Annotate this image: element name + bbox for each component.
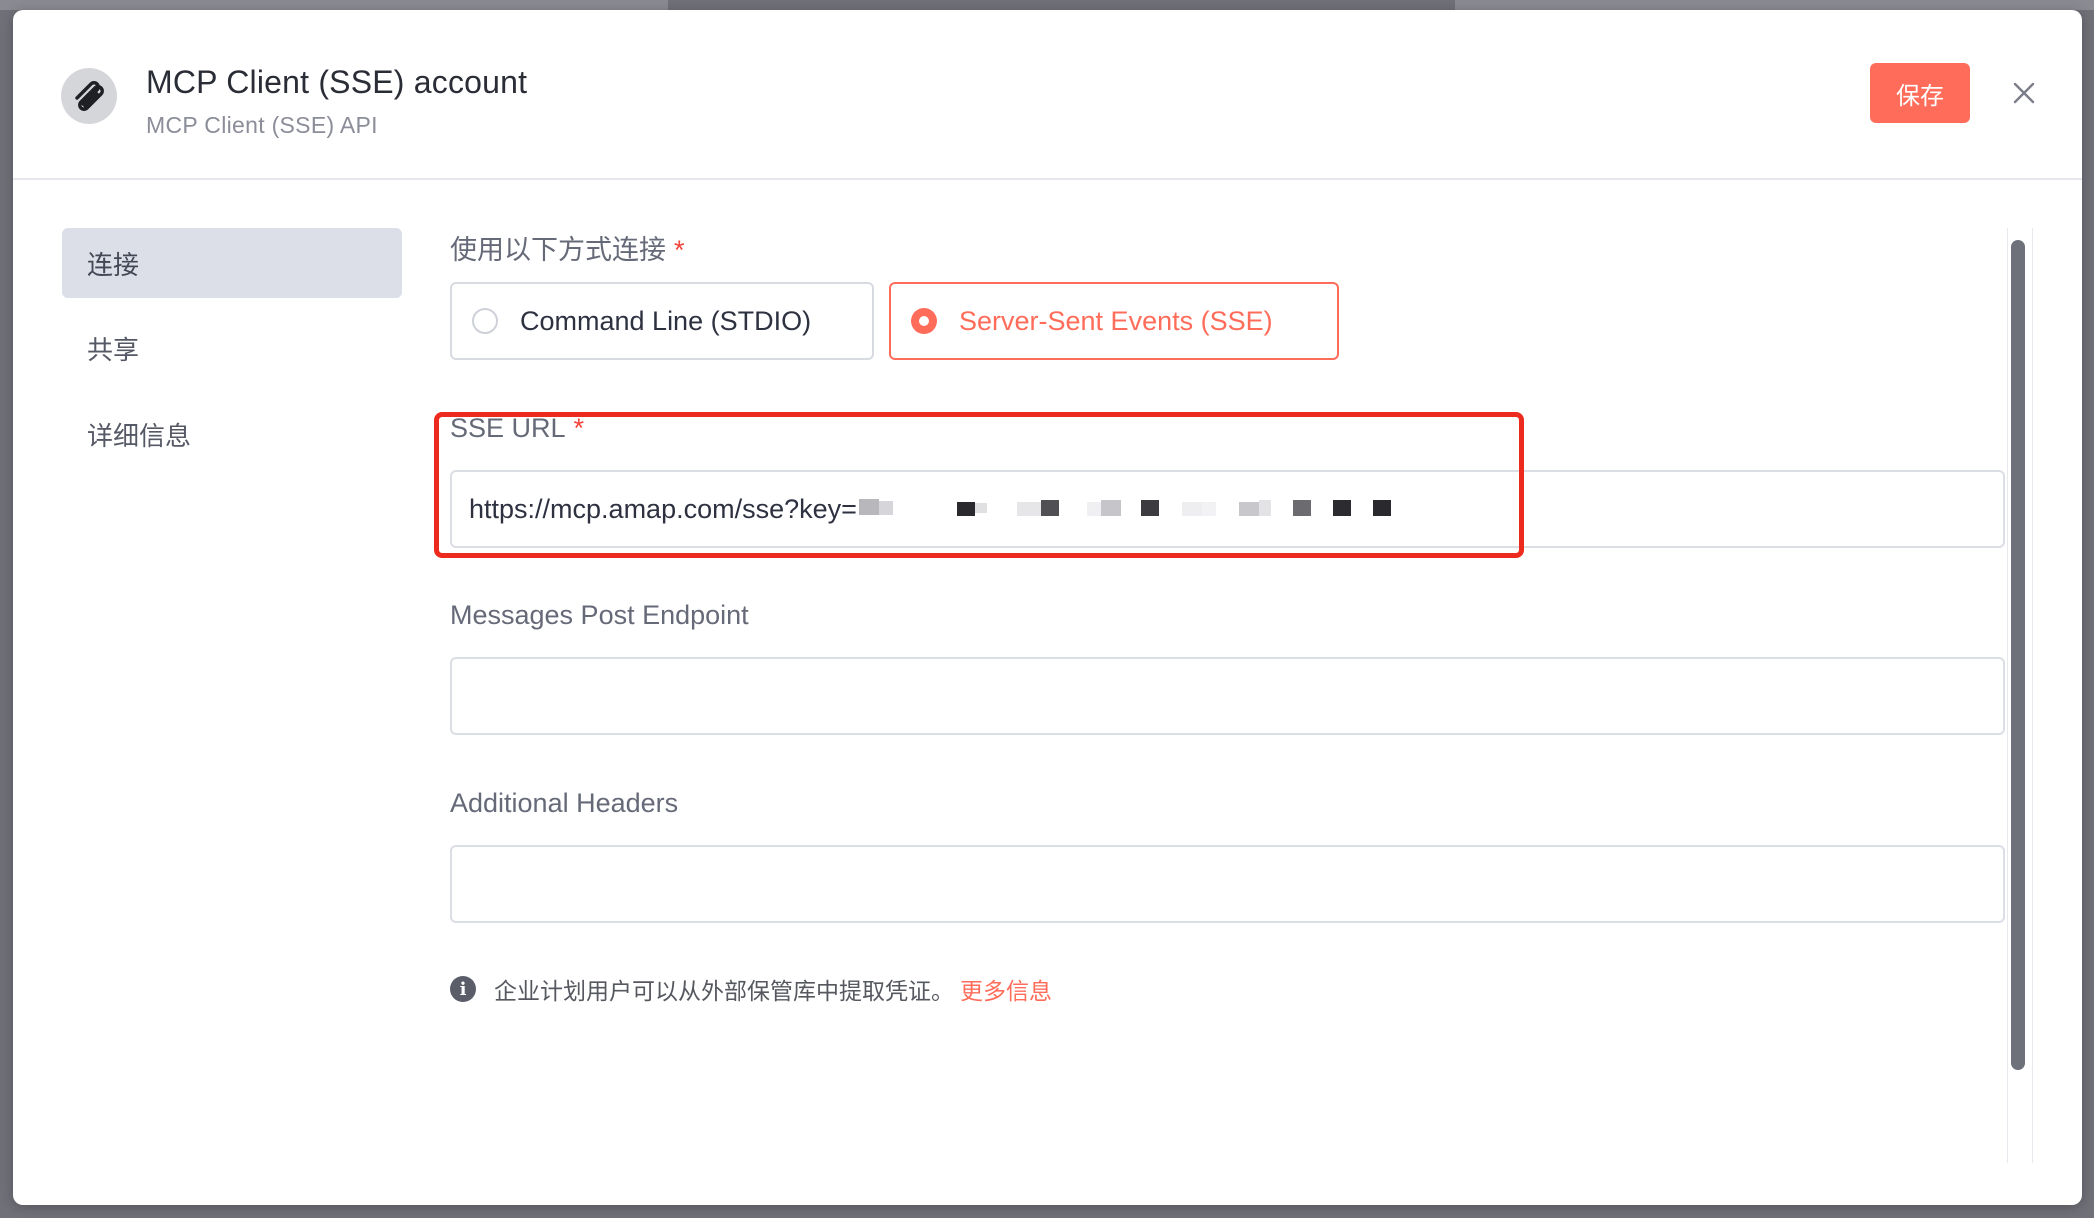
messages-endpoint-input[interactable] bbox=[450, 657, 2005, 735]
vault-info: i 企业计划用户可以从外部保管库中提取凭证。 更多信息 bbox=[450, 972, 1052, 1006]
messages-endpoint-label: Messages Post Endpoint bbox=[450, 600, 749, 630]
credential-modal: MCP Client (SSE) account MCP Client (SSE… bbox=[13, 10, 2082, 1205]
sidebar-item-details[interactable]: 详细信息 bbox=[62, 399, 402, 469]
mcp-logo-icon bbox=[61, 68, 117, 124]
sidebar-item-label: 详细信息 bbox=[87, 420, 192, 451]
option-sse[interactable]: Server-Sent Events (SSE) bbox=[889, 282, 1339, 360]
modal-header: MCP Client (SSE) account MCP Client (SSE… bbox=[13, 10, 2082, 180]
radio-checked-icon[interactable] bbox=[911, 308, 937, 334]
connect-method-label: 使用以下方式连接 * bbox=[450, 228, 685, 267]
scrollbar-thumb[interactable] bbox=[2011, 240, 2025, 1070]
save-button[interactable]: 保存 bbox=[1870, 63, 1970, 123]
redacted-key bbox=[857, 486, 1457, 533]
close-icon[interactable] bbox=[2007, 76, 2041, 110]
sidebar-item-label: 共享 bbox=[87, 334, 140, 365]
option-sse-label: Server-Sent Events (SSE) bbox=[959, 305, 1273, 336]
vault-info-text: 企业计划用户可以从外部保管库中提取凭证。 bbox=[494, 978, 954, 1004]
modal-title: MCP Client (SSE) account bbox=[146, 64, 528, 100]
sse-url-value: https://mcp.amap.com/sse?key= bbox=[469, 493, 857, 524]
modal-subtitle: MCP Client (SSE) API bbox=[146, 112, 378, 138]
required-mark: * bbox=[674, 235, 685, 265]
sidebar-item-connection[interactable]: 连接 bbox=[62, 228, 402, 298]
required-mark: * bbox=[573, 413, 585, 443]
sidebar-item-label: 连接 bbox=[87, 249, 140, 280]
connect-method-text: 使用以下方式连接 bbox=[450, 235, 666, 265]
backdrop-strip bbox=[0, 0, 668, 10]
additional-headers-input[interactable] bbox=[450, 845, 2005, 923]
info-icon: i bbox=[450, 976, 476, 1002]
option-stdio[interactable]: Command Line (STDIO) bbox=[450, 282, 874, 360]
additional-headers-label: Additional Headers bbox=[450, 788, 679, 818]
sse-url-label-text: SSE URL bbox=[450, 413, 566, 443]
sse-url-input[interactable]: https://mcp.amap.com/sse?key= bbox=[450, 470, 2005, 548]
sidebar-item-sharing[interactable]: 共享 bbox=[62, 313, 402, 383]
radio-unchecked-icon[interactable] bbox=[472, 308, 498, 334]
more-info-link[interactable]: 更多信息 bbox=[960, 972, 1052, 1006]
option-stdio-label: Command Line (STDIO) bbox=[520, 305, 812, 336]
sse-url-label: SSE URL * bbox=[450, 413, 584, 444]
backdrop-strip bbox=[1455, 0, 2094, 10]
